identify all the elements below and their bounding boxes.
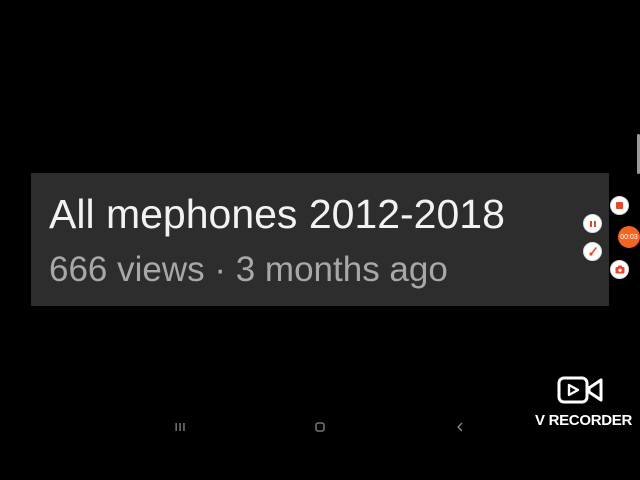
watermark-text: V RECORDER <box>535 412 633 429</box>
recent-apps-button[interactable] <box>170 418 190 436</box>
video-info-card[interactable]: All mephones 2012-2018 666 views · 3 mon… <box>31 173 609 306</box>
recorder-brush-button[interactable] <box>583 242 602 261</box>
recent-apps-icon <box>175 423 185 431</box>
video-title: All mephones 2012-2018 <box>49 191 505 237</box>
video-recorder-logo-icon <box>557 376 603 404</box>
camera-icon <box>615 265 624 274</box>
video-meta: 666 views · 3 months ago <box>49 250 448 289</box>
pause-icon <box>589 220 596 227</box>
back-icon <box>457 422 463 432</box>
recorder-timer[interactable]: 00:03 <box>618 226 640 248</box>
home-icon <box>315 422 325 432</box>
home-button[interactable] <box>310 418 330 436</box>
recorder-stop-button[interactable] <box>610 196 629 215</box>
back-button[interactable] <box>450 418 470 436</box>
recorder-watermark: V RECORDER <box>530 372 636 432</box>
recorder-pause-button[interactable] <box>583 214 602 233</box>
brush-icon <box>588 246 597 256</box>
stop-icon <box>616 202 623 209</box>
recorder-screenshot-button[interactable] <box>610 260 629 279</box>
